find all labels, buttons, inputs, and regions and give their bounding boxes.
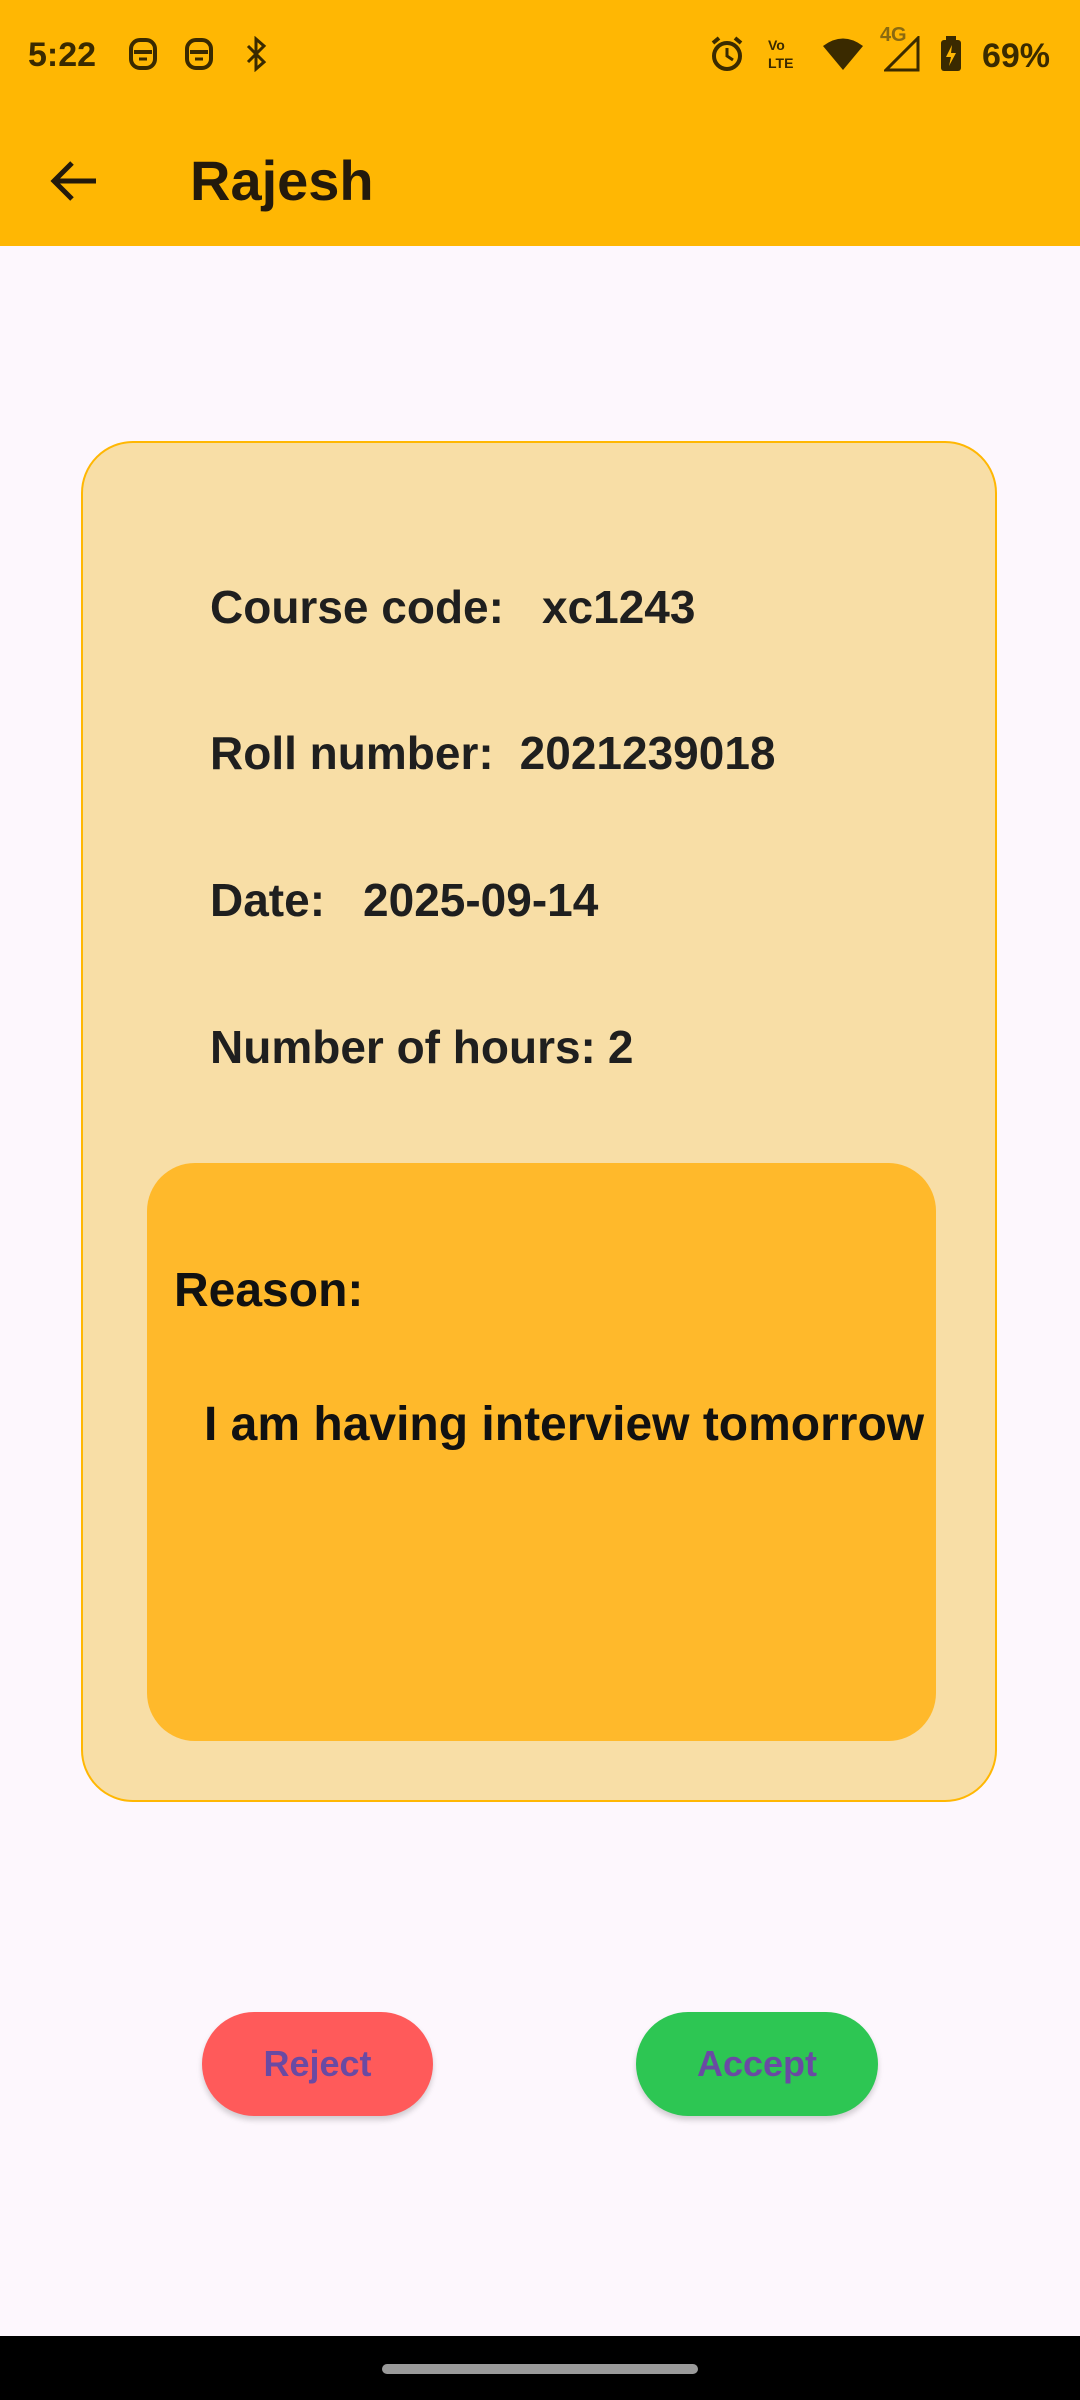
date-row: Date: 2025-09-14 [210, 873, 598, 927]
hours-label: Number of hours: [210, 1021, 596, 1073]
course-code-value: xc1243 [541, 581, 696, 633]
back-button[interactable] [40, 149, 108, 217]
robot-icon [128, 36, 158, 77]
home-gesture-handle[interactable] [382, 2364, 698, 2374]
page-title: Rajesh [190, 149, 374, 212]
hours-value: 2 [607, 1021, 634, 1073]
bluetooth-icon [244, 35, 270, 77]
arrow-left-icon [50, 160, 98, 207]
battery-percent: 69% [981, 37, 1050, 75]
status-time: 5:22 [28, 36, 97, 74]
request-details-card: Course code: xc1243 Roll number: 202123901… [81, 441, 997, 1802]
network-type: 4G [879, 24, 907, 46]
alarm-icon [708, 35, 746, 78]
date-value: 2025-09-14 [363, 874, 599, 926]
accept-button[interactable]: Accept [636, 2012, 878, 2116]
navigation-bar [0, 2336, 1080, 2400]
reject-button[interactable]: Reject [202, 2012, 433, 2116]
battery-icon [940, 36, 962, 77]
app-bar: Rajesh [0, 115, 1080, 246]
svg-text:Vo: Vo [768, 37, 785, 53]
signal-icon: 4G [880, 24, 920, 77]
roll-number-label: Roll number: [210, 727, 494, 779]
wifi-icon [822, 37, 864, 76]
roll-number-value: 2021239018 [519, 727, 776, 779]
robot-icon [184, 36, 214, 77]
reason-label: Reason: [174, 1264, 364, 1317]
course-code-label: Course code: [210, 581, 504, 633]
date-label: Date: [210, 874, 326, 926]
course-code-row: Course code: xc1243 [210, 580, 695, 634]
roll-number-row: Roll number: 2021239018 [210, 726, 776, 780]
status-bar: 5:22 Vo LTE 4G 69% [0, 0, 1080, 115]
hours-row: Number of hours: 2 [210, 1020, 633, 1074]
reason-text: I am having interview tomorrow [204, 1398, 925, 1451]
svg-text:LTE: LTE [768, 55, 793, 71]
status-right: Vo LTE 4G 69% [708, 24, 1050, 79]
volte-icon: Vo LTE [766, 34, 802, 79]
reason-box: Reason: I am having interview tomorrow [147, 1163, 936, 1741]
